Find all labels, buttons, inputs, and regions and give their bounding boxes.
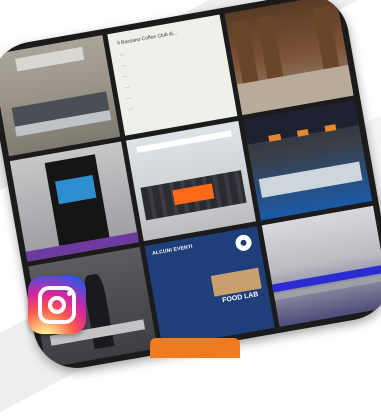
ceiling-lights (136, 130, 232, 153)
lamp (324, 124, 337, 133)
shelf (312, 5, 340, 70)
buffet-counter (259, 161, 363, 198)
instagram-lens (48, 296, 66, 314)
stage-photo (261, 206, 381, 327)
kitchen-hood (14, 47, 84, 72)
lamp (296, 129, 309, 138)
instagram-icon[interactable] (28, 276, 86, 334)
buffet-photo (242, 100, 373, 221)
warehouse-photo (224, 0, 354, 115)
shelf (232, 19, 259, 84)
group-photo (126, 120, 256, 242)
display-tower (44, 154, 111, 251)
instagram-dot (67, 291, 72, 296)
event-flyer: ALCUNI EVENTI FOOD LAB (144, 226, 275, 348)
tv-display-photo (9, 141, 140, 262)
kitchen-photo (0, 35, 121, 156)
orange-tab (150, 338, 240, 358)
lamp (268, 134, 281, 143)
flyer-logo (233, 233, 253, 253)
text-post: Il Bassano Coffee Club di... ... ... ...… (107, 14, 238, 136)
shelf (257, 15, 284, 79)
